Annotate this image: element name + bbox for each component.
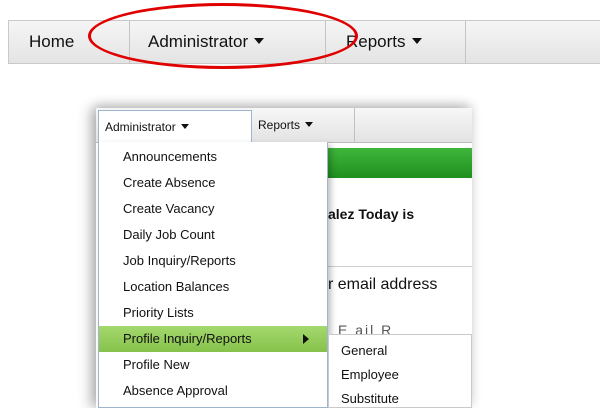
menu-item-job-inquiry-reports[interactable]: Job Inquiry/Reports xyxy=(99,248,327,274)
chevron-right-icon xyxy=(303,334,309,344)
menu-item-location-balances[interactable]: Location Balances xyxy=(99,274,327,300)
highlight-ellipse-annotation xyxy=(88,3,358,69)
menu-item-create-absence[interactable]: Create Absence xyxy=(99,170,327,196)
menu-item-profile-inquiry-reports[interactable]: Profile Inquiry/Reports xyxy=(99,326,327,352)
inset-nav-reports[interactable]: Reports xyxy=(258,108,314,142)
menu-item-profile-inquiry-reports-label: Profile Inquiry/Reports xyxy=(123,331,252,346)
menu-item-priority-lists[interactable]: Priority Lists xyxy=(99,300,327,326)
menu-item-absence-approval[interactable]: Absence Approval xyxy=(99,378,327,404)
submenu-item-general[interactable]: General xyxy=(329,339,472,363)
submenu-item-employee[interactable]: Employee xyxy=(329,363,472,387)
welcome-text: alez Today is xyxy=(328,206,415,222)
menu-item-create-vacancy[interactable]: Create Vacancy xyxy=(99,196,327,222)
menu-item-profile-new[interactable]: Profile New xyxy=(99,352,327,378)
nav-divider xyxy=(465,21,466,63)
menu-item-daily-job-count[interactable]: Daily Job Count xyxy=(99,222,327,248)
administrator-dropdown-menu: Announcements Create Absence Create Vaca… xyxy=(98,142,328,408)
inset-nav-divider xyxy=(354,108,355,142)
profile-inquiry-submenu: General Employee Substitute xyxy=(328,334,472,408)
chevron-down-icon xyxy=(411,37,422,44)
green-banner xyxy=(328,148,472,178)
inset-nav-administrator[interactable]: Administrator xyxy=(98,110,252,142)
email-address-label: r email address xyxy=(328,276,438,293)
inset-nav-bar: Administrator Reports xyxy=(96,108,472,143)
menu-item-announcements[interactable]: Announcements xyxy=(99,144,327,170)
inset-nav-administrator-label: Administrator xyxy=(105,120,176,134)
chevron-down-icon xyxy=(180,124,189,130)
inset-screenshot: Administrator Reports alez Today is r em… xyxy=(96,108,472,408)
inset-nav-reports-label: Reports xyxy=(258,118,301,132)
nav-home-label: Home xyxy=(29,32,75,51)
content-divider xyxy=(328,266,472,267)
submenu-item-substitute[interactable]: Substitute xyxy=(329,387,472,408)
chevron-down-icon xyxy=(305,122,314,128)
